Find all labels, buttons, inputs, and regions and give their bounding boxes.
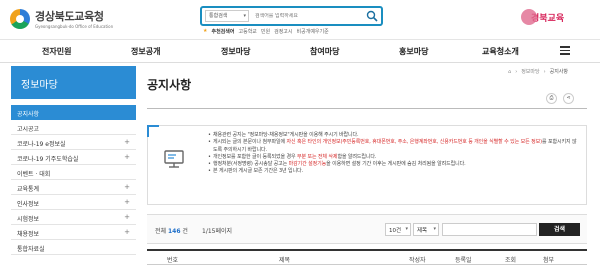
keywords-label: 추천검색어 <box>211 29 235 35</box>
sidebar-item-label: 코로나-19 e정보실 <box>17 141 66 148</box>
board-search-input[interactable] <box>442 223 537 236</box>
col-author: 작성자 <box>409 257 426 264</box>
sidebar-item-label: 공지사항 <box>17 111 40 118</box>
page-size-select[interactable]: 10건 <box>385 223 411 236</box>
nav-item-disclosure[interactable]: 정보공개 <box>131 46 160 57</box>
sidebar-menu: 공지사항 고시공고 코로나-19 e정보실 + 코로나-19 기주도학습실 + 이벤… <box>11 105 136 255</box>
logo-title: 경상북도교육청 <box>35 10 104 23</box>
keyword-link[interactable]: 민원 <box>261 28 270 35</box>
col-attachment: 첨부 <box>543 257 555 264</box>
sidebar-item-statistics[interactable]: 교육통계 + <box>11 180 136 195</box>
page-title: 공지사항 <box>147 78 192 92</box>
search-box: 통합검색 <box>200 6 383 26</box>
notice-item: 본 게시판의 게시글 보존 기간은 3년 입니다. <box>208 168 580 176</box>
col-date: 등록일 <box>455 257 472 264</box>
emblem-icon <box>10 8 30 29</box>
header: 경상북도교육청 Gyeongsangbuk-do Office of Educa… <box>0 0 600 40</box>
search-button[interactable] <box>366 10 378 22</box>
sidebar-item-personnel[interactable]: 인사정보 + <box>11 195 136 210</box>
sidebar-item-exams[interactable]: 시험정보 + <box>11 210 136 225</box>
sidebar-item-label: 교육통계 <box>17 186 40 193</box>
monitor-icon <box>164 150 184 168</box>
sidebar-item-announcement[interactable]: 고시공고 <box>11 120 136 135</box>
keyword-link[interactable]: 검정고시 <box>274 28 292 35</box>
sidebar-item-covid-info[interactable]: 코로나-19 e정보실 + <box>11 135 136 150</box>
sidebar-item-label: 시험정보 <box>17 216 40 223</box>
search-icon <box>366 10 378 22</box>
sidebar-item-label: 이벤트 · 대회 <box>17 171 51 178</box>
notice-item: 게시되는 글의 본문이나 첨부파일에 자신 혹은 타인의 개인정보(주민등록번호… <box>208 139 580 154</box>
breadcrumb-current: 공지사항 <box>549 69 568 75</box>
sidebar-item-archive[interactable]: 통합자료실 <box>11 240 136 255</box>
nav-item-civil[interactable]: 전자민원 <box>42 46 71 57</box>
breadcrumb: ⌂ › 정보마당 › 공지사항 <box>508 68 568 76</box>
search-field-select[interactable]: 제목 <box>413 223 439 236</box>
breadcrumb-sep: › <box>515 68 518 75</box>
list-toolbar: 전체 146 건 1/15페이지 10건 제목 검색 <box>147 214 587 244</box>
expand-icon[interactable]: + <box>124 213 130 221</box>
board-search-button[interactable]: 검색 <box>539 223 580 236</box>
col-title: 제목 <box>279 257 291 264</box>
share-icon[interactable]: ⋖ <box>563 93 574 104</box>
site-logo[interactable]: 경상북도교육청 Gyeongsangbuk-do Office of Educa… <box>10 8 113 29</box>
sidebar-item-label: 채용정보 <box>17 231 40 238</box>
sidebar-title: 정보마당 <box>11 66 136 99</box>
expand-icon[interactable]: + <box>124 138 130 146</box>
total-count: 전체 146 건 <box>155 228 188 235</box>
print-icon[interactable]: ⎙ <box>546 93 557 104</box>
star-icon: ★ <box>203 28 208 34</box>
col-views: 조회 <box>505 257 517 264</box>
keyword-link[interactable]: 고등학교 <box>239 28 257 35</box>
nav-item-pr[interactable]: 홍보마당 <box>399 46 428 57</box>
page-tools: ⎙ ⋖ <box>546 93 574 104</box>
logo-subtitle: Gyeongsangbuk-do Office of Education <box>35 24 114 29</box>
notice-box: 채용관련 공지는 "정보마당-채용정보"게시판을 이용해 주시기 바랍니다. 게… <box>147 125 587 205</box>
sidebar-item-recruit[interactable]: 채용정보 + <box>11 225 136 240</box>
sidebar-item-label: 코로나-19 기주도학습실 <box>17 156 79 163</box>
sidebar-item-label: 통합자료실 <box>17 246 45 253</box>
sidebar-item-covid-study[interactable]: 코로나-19 기주도학습실 + <box>11 150 136 165</box>
page-indicator: 1/15페이지 <box>202 228 233 235</box>
sidebar-item-events[interactable]: 이벤트 · 대회 <box>11 165 136 180</box>
nav-item-participation[interactable]: 참여마당 <box>310 46 339 57</box>
sidebar-item-notice[interactable]: 공지사항 <box>11 105 136 120</box>
breadcrumb-sep: › <box>543 68 546 75</box>
home-icon[interactable]: ⌂ <box>508 69 511 75</box>
col-number: 번호 <box>167 257 179 264</box>
nav-item-info[interactable]: 정보마당 <box>221 46 250 57</box>
divider <box>147 108 587 109</box>
main-nav: 전자민원 정보공개 정보마당 참여마당 홍보마당 교육청소개 <box>0 41 600 63</box>
breadcrumb-item[interactable]: 정보마당 <box>521 68 539 75</box>
search-input[interactable] <box>255 13 365 19</box>
brand-mark-icon <box>521 9 537 25</box>
keyword-link[interactable]: 비공개예우기준 <box>297 28 329 35</box>
table-header: 번호 제목 작성자 등록일 조회 첨부 <box>147 249 587 265</box>
sidebar-item-label: 인사정보 <box>17 201 40 208</box>
recommended-keywords: ★ 추천검색어 고등학교 민원 검정고시 비공개예우기준 <box>203 28 329 35</box>
expand-icon[interactable]: + <box>124 228 130 236</box>
notice-list: 채용관련 공지는 "정보마당-채용정보"게시판을 이용해 주시기 바랍니다. 게… <box>208 132 580 176</box>
expand-icon[interactable]: + <box>124 198 130 206</box>
hamburger-menu-icon[interactable] <box>560 46 570 56</box>
search-scope-select[interactable]: 통합검색 <box>205 10 249 22</box>
sidebar-item-label: 고시공고 <box>17 126 40 133</box>
nav-item-about[interactable]: 교육청소개 <box>482 46 519 57</box>
expand-icon[interactable]: + <box>124 183 130 191</box>
expand-icon[interactable]: + <box>124 153 130 161</box>
brand-logo[interactable]: 경북교육 <box>521 9 564 25</box>
